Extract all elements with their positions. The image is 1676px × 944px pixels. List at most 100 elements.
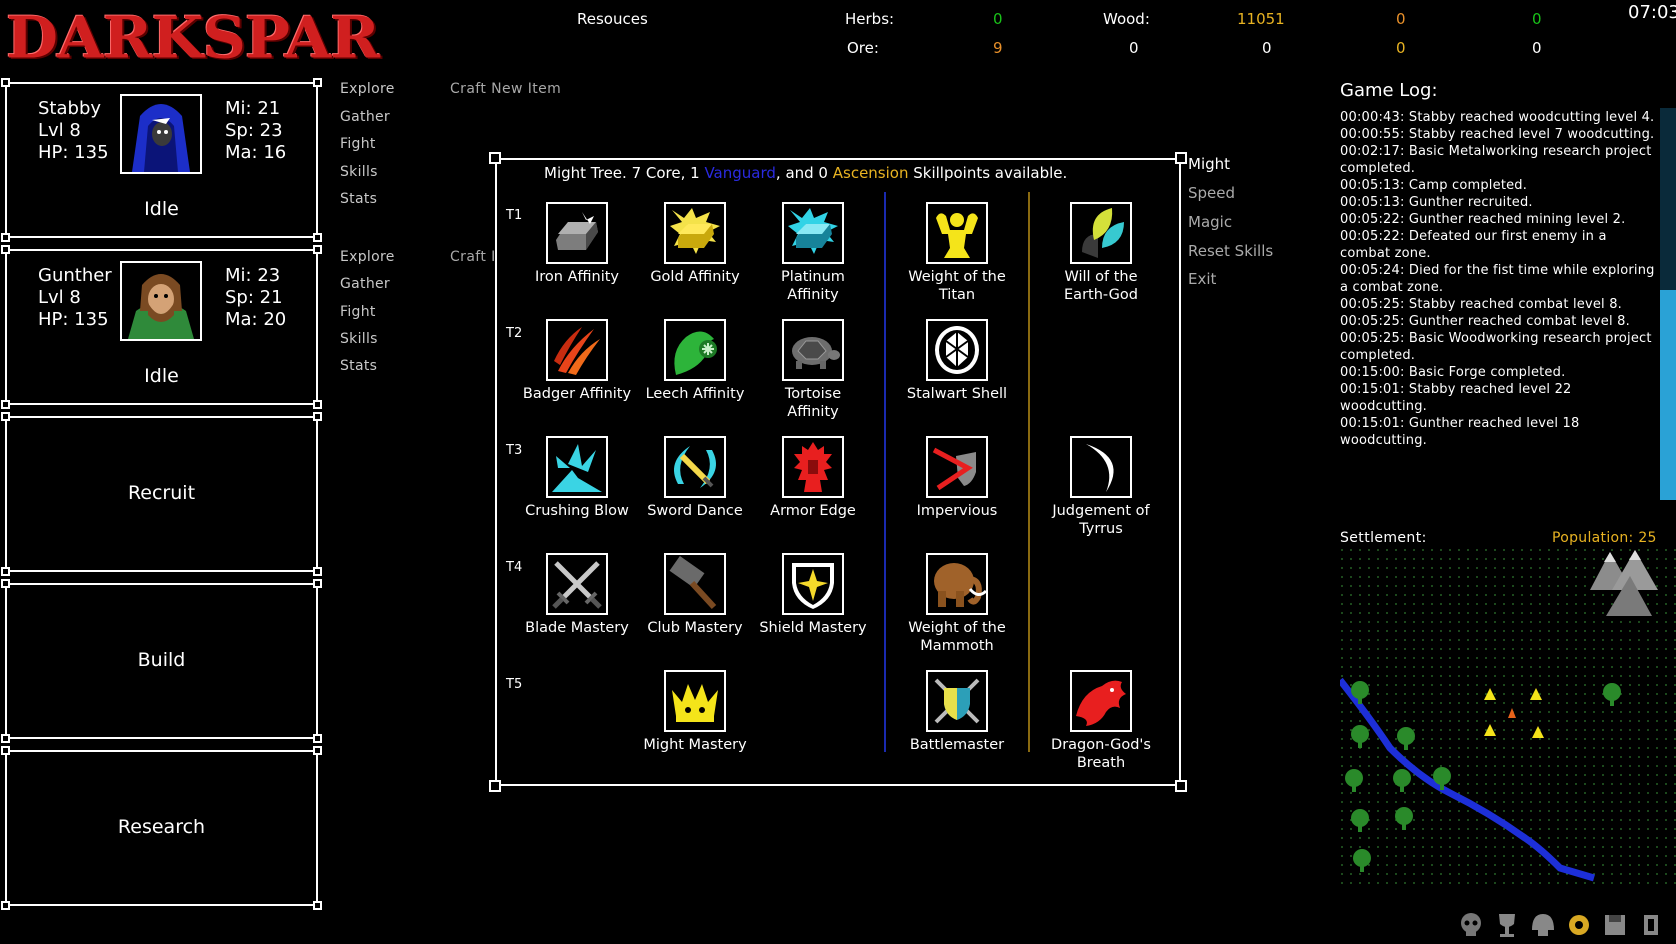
skill-badger-affinity[interactable]: Badger Affinity bbox=[521, 319, 633, 403]
log-entry: 00:00:55: Stabby reached level 7 woodcut… bbox=[1340, 127, 1655, 142]
hero-might: Mi: 23 bbox=[225, 265, 281, 286]
resource-value: 0 bbox=[1129, 39, 1139, 57]
skill-might-mastery[interactable]: Might Mastery bbox=[639, 670, 751, 754]
tree-tab-magic[interactable]: Magic bbox=[1188, 213, 1232, 231]
hero-status: Idle bbox=[144, 198, 179, 220]
menu-stats[interactable]: Stats bbox=[340, 358, 377, 374]
exit-icon[interactable] bbox=[1636, 910, 1666, 940]
bearded-warrior-icon bbox=[122, 263, 200, 339]
build-button[interactable]: Build bbox=[1, 579, 322, 743]
dragon-head-icon bbox=[1076, 680, 1126, 726]
skill-club-mastery[interactable]: Club Mastery bbox=[639, 553, 751, 637]
hero-hp: HP: 135 bbox=[38, 142, 109, 163]
hero-panel-stabby[interactable]: Stabby Lvl 8 HP: 135 Mi: 21 Sp: 23 Ma: 1… bbox=[1, 78, 322, 242]
wood-value: 11051 bbox=[1237, 10, 1285, 28]
resource-value: 0 bbox=[1396, 39, 1406, 57]
hero-speed: Sp: 23 bbox=[225, 120, 283, 141]
bottom-toolbar bbox=[1456, 908, 1676, 942]
log-entry: 00:05:25: Stabby reached combat level 8. bbox=[1340, 297, 1622, 312]
save-icon[interactable] bbox=[1600, 910, 1630, 940]
skill-shield-mastery[interactable]: Shield Mastery bbox=[757, 553, 869, 637]
menu-stats[interactable]: Stats bbox=[340, 191, 377, 207]
menu-fight[interactable]: Fight bbox=[340, 304, 376, 320]
claw-slash-icon bbox=[554, 327, 600, 375]
log-scrollbar[interactable] bbox=[1660, 108, 1676, 500]
skill-judgement-of-tyrrus[interactable]: Judgement of Tyrrus bbox=[1045, 436, 1157, 538]
skill-armor-edge[interactable]: Armor Edge bbox=[757, 436, 869, 520]
log-entry: 00:15:00: Basic Forge completed. bbox=[1340, 365, 1566, 380]
resource-value: 0 bbox=[1532, 39, 1542, 57]
settlement-map[interactable] bbox=[1337, 548, 1676, 886]
hero-portrait-stabby[interactable] bbox=[120, 94, 202, 174]
menu-skills[interactable]: Skills bbox=[340, 331, 378, 347]
log-scroll-thumb[interactable] bbox=[1660, 290, 1676, 500]
hero-hp: HP: 135 bbox=[38, 309, 109, 330]
warhammer-icon bbox=[669, 556, 717, 610]
hero-speed: Sp: 21 bbox=[225, 287, 283, 308]
recruit-label: Recruit bbox=[127, 482, 196, 504]
leech-icon bbox=[674, 331, 717, 375]
research-button[interactable]: Research bbox=[1, 746, 322, 910]
tier-label: T4 bbox=[506, 560, 523, 575]
skill-crushing-blow[interactable]: Crushing Blow bbox=[521, 436, 633, 520]
skill-will-of-the-earth-god[interactable]: Will of the Earth-God bbox=[1045, 202, 1157, 304]
skill-tortoise-affinity[interactable]: Tortoise Affinity bbox=[757, 319, 869, 421]
skill-dragon-gods-breath[interactable]: Dragon-God's Breath bbox=[1045, 670, 1157, 772]
craft-new-item-button[interactable]: Craft New Item bbox=[450, 81, 561, 97]
ascension-label: Ascension bbox=[832, 164, 909, 182]
titan-flex-icon bbox=[936, 213, 978, 258]
menu-gather[interactable]: Gather bbox=[340, 109, 390, 125]
tier-label: T2 bbox=[506, 326, 523, 341]
hero-level: Lvl 8 bbox=[38, 120, 81, 141]
skill-stalwart-shell[interactable]: Stalwart Shell bbox=[901, 319, 1013, 403]
menu-explore[interactable]: Explore bbox=[340, 249, 395, 265]
tree-tab-might[interactable]: Might bbox=[1188, 155, 1230, 173]
helmet-icon[interactable] bbox=[1528, 910, 1558, 940]
hero-portrait-gunther[interactable] bbox=[120, 261, 202, 341]
gold-ingot-icon bbox=[670, 208, 720, 254]
resource-value: 0 bbox=[1396, 10, 1406, 28]
settlement-label: Settlement: bbox=[1340, 530, 1427, 546]
tier-label: T3 bbox=[506, 443, 523, 458]
skill-blade-mastery[interactable]: Blade Mastery bbox=[521, 553, 633, 637]
menu-skills[interactable]: Skills bbox=[340, 164, 378, 180]
log-entry: 00:05:25: Gunther reached combat level 8… bbox=[1340, 314, 1630, 329]
skill-battlemaster[interactable]: Battlemaster bbox=[901, 670, 1013, 754]
log-entry: 00:05:25: Basic Woodworking research pro… bbox=[1340, 331, 1652, 363]
log-entry: 00:05:22: Defeated our first enemy in a … bbox=[1340, 229, 1607, 261]
skill-weight-of-the-mammoth[interactable]: Weight of the Mammoth bbox=[901, 553, 1013, 655]
tier-label: T5 bbox=[506, 677, 523, 692]
skill-sword-dance[interactable]: Sword Dance bbox=[639, 436, 751, 520]
skill-impervious[interactable]: Impervious bbox=[901, 436, 1013, 520]
game-clock: 07:03 bbox=[1628, 2, 1676, 23]
craft-new-item-button[interactable]: Craft I bbox=[450, 249, 496, 265]
log-entry: 00:05:13: Gunther recruited. bbox=[1340, 195, 1533, 210]
skill-leech-affinity[interactable]: Leech Affinity bbox=[639, 319, 751, 403]
log-entry: 00:05:22: Gunther reached mining level 2… bbox=[1340, 212, 1626, 227]
skill-platinum-affinity[interactable]: Platinum Affinity bbox=[757, 202, 869, 304]
menu-fight[interactable]: Fight bbox=[340, 136, 376, 152]
skill-gold-affinity[interactable]: Gold Affinity bbox=[639, 202, 751, 286]
research-label: Research bbox=[117, 816, 206, 838]
gear-icon[interactable] bbox=[1564, 910, 1594, 940]
hero-name: Gunther bbox=[38, 265, 112, 286]
skull-icon[interactable] bbox=[1456, 910, 1486, 940]
menu-explore[interactable]: Explore bbox=[340, 81, 395, 97]
skill-weight-of-the-titan[interactable]: Weight of the Titan bbox=[901, 202, 1013, 304]
might-skill-tree: Might Tree. 7 Core, 1 Vanguard, and 0 As… bbox=[489, 152, 1187, 792]
crescent-blade-icon bbox=[1086, 444, 1114, 492]
menu-gather[interactable]: Gather bbox=[340, 276, 390, 292]
hero-panel-gunther[interactable]: Gunther Lvl 8 HP: 135 Mi: 23 Sp: 21 Ma: … bbox=[1, 245, 322, 409]
skill-iron-affinity[interactable]: Iron Affinity bbox=[521, 202, 633, 286]
vanguard-divider bbox=[884, 192, 886, 752]
tree-tab-speed[interactable]: Speed bbox=[1188, 184, 1235, 202]
trophy-icon[interactable] bbox=[1492, 910, 1522, 940]
vanguard-label: Vanguard bbox=[704, 164, 776, 182]
recruit-button[interactable]: Recruit bbox=[1, 412, 322, 576]
exit-button[interactable]: Exit bbox=[1188, 270, 1216, 288]
hero-status: Idle bbox=[144, 365, 179, 387]
sword-dance-icon bbox=[674, 446, 716, 488]
reset-skills-button[interactable]: Reset Skills bbox=[1188, 242, 1273, 260]
hero-name: Stabby bbox=[38, 98, 102, 119]
hero-might: Mi: 21 bbox=[225, 98, 281, 119]
